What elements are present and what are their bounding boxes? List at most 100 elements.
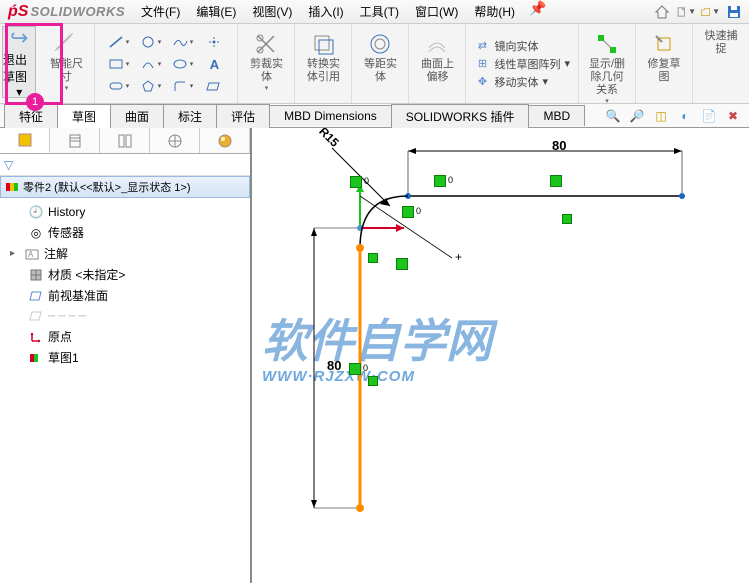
tab-annotate[interactable]: 标注: [163, 104, 217, 128]
new-doc-icon[interactable]: ▼: [675, 1, 697, 23]
relation-marker[interactable]: [368, 253, 378, 263]
point-tool[interactable]: [201, 32, 227, 52]
cursor-cross: +: [455, 250, 462, 264]
relation-marker[interactable]: [562, 214, 572, 224]
tree-origin[interactable]: 原点: [2, 326, 248, 347]
menu-file[interactable]: 文件(F): [133, 0, 188, 24]
tab-mbd[interactable]: MBD: [528, 105, 585, 126]
relation-marker[interactable]: [350, 176, 362, 188]
relation-text: 0: [448, 175, 453, 185]
relation-marker[interactable]: [402, 206, 414, 218]
tree-annotations[interactable]: ▸A注解: [2, 243, 248, 264]
tab-sw-addin[interactable]: SOLIDWORKS 插件: [391, 104, 530, 128]
offset-icon: [366, 30, 394, 58]
spline-tool[interactable]: ▾: [169, 32, 195, 52]
plane-icon: [28, 308, 44, 324]
repair-icon: [650, 30, 678, 58]
menu-window[interactable]: 窗口(W): [407, 0, 466, 24]
graphics-canvas[interactable]: 软件自学网 WWW·RJZXW·COM: [252, 128, 749, 583]
zoom-area-icon[interactable]: 🔎: [627, 106, 647, 126]
move-entities-button[interactable]: ✥移动实体▾: [474, 74, 570, 90]
open-icon[interactable]: ▼: [699, 1, 721, 23]
annotation-icon: A: [24, 246, 40, 262]
relation-marker[interactable]: [550, 175, 562, 187]
plane-icon: [28, 288, 44, 304]
tab-sketch[interactable]: 草图: [57, 104, 111, 129]
tab-feature[interactable]: 特征: [4, 104, 58, 128]
rapid-snap-button[interactable]: 快速捕捉: [699, 28, 743, 58]
menu-tools[interactable]: 工具(T): [352, 0, 407, 24]
linear-pattern-button[interactable]: ⊞线性草图阵列▾: [474, 56, 570, 72]
part-header[interactable]: 零件2 (默认<<默认>_显示状态 1>): [0, 176, 250, 198]
zoom-fit-icon[interactable]: 🔍: [603, 106, 623, 126]
hide-show-icon[interactable]: ✖: [723, 106, 743, 126]
filter-icon[interactable]: ▽: [4, 158, 13, 172]
dim-h-value[interactable]: 80: [552, 138, 566, 153]
display-style-icon[interactable]: ◐: [675, 106, 695, 126]
property-tab[interactable]: [50, 128, 100, 153]
sketch-svg: +: [252, 128, 749, 583]
surface-offset-button[interactable]: 曲面上偏移: [415, 28, 459, 86]
trim-button[interactable]: 剪裁实体▾: [244, 28, 288, 94]
tree-sketch1[interactable]: 草图1: [2, 347, 248, 368]
tree-sensors[interactable]: ◎传感器: [2, 222, 248, 243]
display-tab[interactable]: [200, 128, 250, 153]
convert-entities-button[interactable]: 转换实体引用: [301, 28, 345, 86]
polygon-tool[interactable]: ▾: [137, 76, 163, 96]
home-icon[interactable]: [651, 1, 673, 23]
tab-mbd-dim[interactable]: MBD Dimensions: [269, 105, 392, 126]
tree-front-plane[interactable]: 前视基准面: [2, 285, 248, 306]
feature-tree-tab[interactable]: [0, 128, 50, 153]
tree-history[interactable]: 🕘History: [2, 202, 248, 222]
relation-marker[interactable]: [349, 363, 361, 375]
dimxpert-tab[interactable]: [150, 128, 200, 153]
exit-sketch-button[interactable]: ↪ 退出草图 ▾: [2, 26, 36, 98]
menu-insert[interactable]: 插入(I): [300, 0, 351, 24]
tab-surface[interactable]: 曲面: [110, 104, 164, 128]
dim-v-value[interactable]: 80: [327, 358, 341, 373]
repair-sketch-button[interactable]: 修复草图: [642, 28, 686, 86]
sketch-tools-group: ▾ ▾ ▾ ▾ ▾ ▾ ▾ ▾ ▾ A: [95, 24, 238, 103]
slot-tool[interactable]: ▾: [105, 76, 131, 96]
rectangle-tool[interactable]: ▾: [105, 54, 131, 74]
expand-icon[interactable]: ▸: [10, 248, 20, 259]
menu-help[interactable]: 帮助(H): [466, 0, 523, 24]
show-hide-relations-button[interactable]: 显示/删除几何关系▾: [585, 28, 629, 107]
menu-view[interactable]: 视图(V): [244, 0, 300, 24]
mirror-button[interactable]: ⇄镜向实体: [474, 38, 570, 54]
rapid-group: 快速捕捉: [693, 24, 749, 103]
ellipse-tool[interactable]: ▾: [169, 54, 195, 74]
sketch-icon: [28, 350, 44, 366]
relation-marker[interactable]: [368, 376, 378, 386]
pin-icon[interactable]: 📌: [523, 0, 552, 24]
dim-horizontal[interactable]: [408, 148, 682, 196]
title-bar: ṕS SOLIDWORKS 文件(F) 编辑(E) 视图(V) 插入(I) 工具…: [0, 0, 749, 24]
save-icon[interactable]: [723, 1, 745, 23]
offset-button[interactable]: 等距实体: [358, 28, 402, 86]
text-tool[interactable]: A: [201, 54, 227, 74]
smart-dimension-button[interactable]: 智能尺寸 ▾: [44, 28, 88, 94]
arc-tool[interactable]: ▾: [137, 54, 163, 74]
circle-tool[interactable]: ▾: [137, 32, 163, 52]
relation-text: 0: [363, 363, 368, 373]
trim-group: 剪裁实体▾: [238, 24, 295, 103]
relation-marker[interactable]: [434, 175, 446, 187]
tree-hidden-plane[interactable]: ┄┄┄┄: [2, 306, 248, 326]
menu-edit[interactable]: 编辑(E): [188, 0, 244, 24]
move-icon: ✥: [474, 74, 490, 90]
view-orientation-icon[interactable]: ◫: [651, 106, 671, 126]
convert-group: 转换实体引用: [295, 24, 352, 103]
tab-evaluate[interactable]: 评估: [216, 104, 270, 128]
trim-icon: [252, 30, 280, 58]
plane-tool[interactable]: [201, 76, 227, 96]
tree-material[interactable]: 材质 <未指定>: [2, 264, 248, 285]
fillet-tool[interactable]: ▾: [169, 76, 195, 96]
smart-dim-group: 智能尺寸 ▾: [38, 24, 95, 103]
rapid-label: 快速捕捉: [701, 30, 741, 56]
line-tool[interactable]: ▾: [105, 32, 131, 52]
section-view-icon[interactable]: 📄: [699, 106, 719, 126]
config-tab[interactable]: [100, 128, 150, 153]
relation-marker[interactable]: [396, 258, 408, 270]
relations-icon: [593, 30, 621, 58]
surface-offset-label: 曲面上偏移: [417, 58, 457, 84]
